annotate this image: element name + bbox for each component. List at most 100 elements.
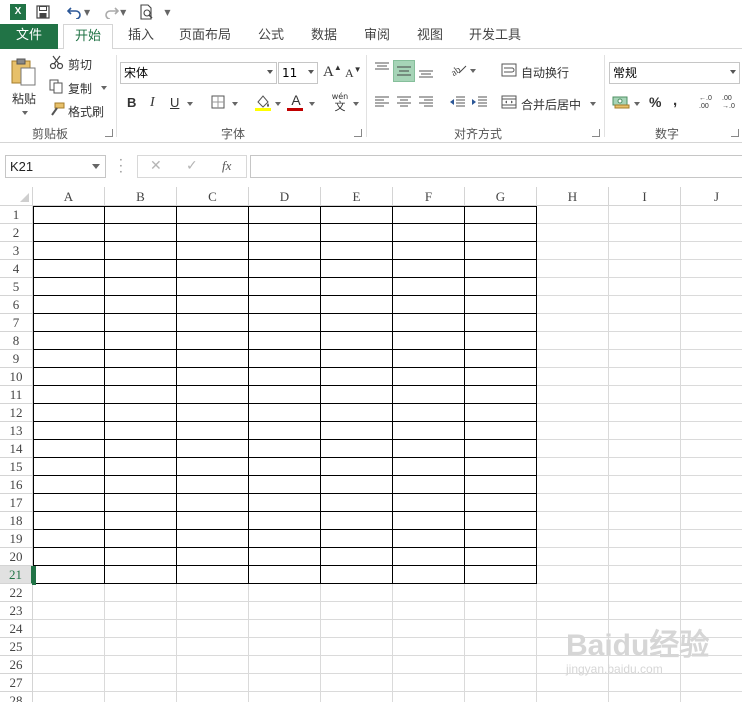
cell-b1[interactable] [105, 206, 177, 224]
cell-d17[interactable] [249, 494, 321, 512]
cell-h28[interactable] [537, 692, 609, 702]
cell-c6[interactable] [177, 296, 249, 314]
cell-d22[interactable] [249, 584, 321, 602]
cell-c4[interactable] [177, 260, 249, 278]
accounting-format-button[interactable] [612, 95, 630, 112]
cell-h19[interactable] [537, 530, 609, 548]
format-painter-button[interactable]: 格式刷 [68, 103, 104, 120]
tab-page-layout[interactable]: 页面布局 [172, 24, 238, 49]
cell-e1[interactable] [321, 206, 393, 224]
row-header-28[interactable]: 28 [0, 692, 33, 702]
cell-e4[interactable] [321, 260, 393, 278]
cell-g4[interactable] [465, 260, 537, 278]
cell-h10[interactable] [537, 368, 609, 386]
bold-button[interactable]: B [127, 95, 136, 110]
cell-j9[interactable] [681, 350, 742, 368]
cell-b25[interactable] [105, 638, 177, 656]
cell-a24[interactable] [33, 620, 105, 638]
cell-i21[interactable] [609, 566, 681, 584]
cell-b7[interactable] [105, 314, 177, 332]
cell-g1[interactable] [465, 206, 537, 224]
italic-button[interactable]: I [150, 95, 155, 111]
cell-g28[interactable] [465, 692, 537, 702]
cell-f14[interactable] [393, 440, 465, 458]
cell-f9[interactable] [393, 350, 465, 368]
cell-c17[interactable] [177, 494, 249, 512]
cell-f13[interactable] [393, 422, 465, 440]
paste-label[interactable]: 粘贴 [12, 90, 36, 107]
cell-d14[interactable] [249, 440, 321, 458]
column-header-j[interactable]: J [681, 187, 742, 206]
cell-d21[interactable] [249, 566, 321, 584]
cell-h25[interactable] [537, 638, 609, 656]
cell-e8[interactable] [321, 332, 393, 350]
cell-i20[interactable] [609, 548, 681, 566]
cell-d7[interactable] [249, 314, 321, 332]
cell-f5[interactable] [393, 278, 465, 296]
cell-g14[interactable] [465, 440, 537, 458]
select-all-button[interactable] [0, 187, 33, 206]
row-header-9[interactable]: 9 [0, 350, 33, 368]
cell-f25[interactable] [393, 638, 465, 656]
cell-f28[interactable] [393, 692, 465, 702]
cell-b16[interactable] [105, 476, 177, 494]
cell-d20[interactable] [249, 548, 321, 566]
cell-d10[interactable] [249, 368, 321, 386]
cell-b10[interactable] [105, 368, 177, 386]
cell-j16[interactable] [681, 476, 742, 494]
cell-d11[interactable] [249, 386, 321, 404]
row-header-18[interactable]: 18 [0, 512, 33, 530]
phonetic-button[interactable]: wén 文 [330, 92, 350, 112]
cell-g21[interactable] [465, 566, 537, 584]
cell-d18[interactable] [249, 512, 321, 530]
cell-i23[interactable] [609, 602, 681, 620]
row-header-3[interactable]: 3 [0, 242, 33, 260]
cell-j11[interactable] [681, 386, 742, 404]
cell-a26[interactable] [33, 656, 105, 674]
cell-d2[interactable] [249, 224, 321, 242]
cell-h4[interactable] [537, 260, 609, 278]
cell-h23[interactable] [537, 602, 609, 620]
cell-j20[interactable] [681, 548, 742, 566]
row-header-25[interactable]: 25 [0, 638, 33, 656]
cell-i10[interactable] [609, 368, 681, 386]
redo-button[interactable] [100, 2, 122, 22]
cell-i26[interactable] [609, 656, 681, 674]
cell-e19[interactable] [321, 530, 393, 548]
cell-a3[interactable] [33, 242, 105, 260]
accounting-format-dropdown-icon[interactable] [634, 102, 640, 106]
cell-a16[interactable] [33, 476, 105, 494]
row-header-24[interactable]: 24 [0, 620, 33, 638]
cell-f27[interactable] [393, 674, 465, 692]
align-right-button[interactable] [418, 96, 434, 111]
cell-a11[interactable] [33, 386, 105, 404]
cell-c26[interactable] [177, 656, 249, 674]
align-top-button[interactable] [374, 61, 390, 78]
paste-dropdown-icon[interactable] [22, 111, 28, 115]
cell-f12[interactable] [393, 404, 465, 422]
save-button[interactable] [32, 2, 54, 22]
formula-input[interactable] [250, 155, 742, 178]
cell-f11[interactable] [393, 386, 465, 404]
cut-button[interactable]: 剪切 [68, 56, 92, 73]
tab-formulas[interactable]: 公式 [248, 24, 294, 49]
cell-e11[interactable] [321, 386, 393, 404]
cell-i16[interactable] [609, 476, 681, 494]
cell-h5[interactable] [537, 278, 609, 296]
cell-b14[interactable] [105, 440, 177, 458]
font-color-dropdown-icon[interactable] [309, 102, 315, 106]
cell-g3[interactable] [465, 242, 537, 260]
cell-d8[interactable] [249, 332, 321, 350]
cell-f2[interactable] [393, 224, 465, 242]
cell-g8[interactable] [465, 332, 537, 350]
cell-g2[interactable] [465, 224, 537, 242]
cell-b11[interactable] [105, 386, 177, 404]
cell-a14[interactable] [33, 440, 105, 458]
cell-c10[interactable] [177, 368, 249, 386]
cell-g10[interactable] [465, 368, 537, 386]
cell-b9[interactable] [105, 350, 177, 368]
column-header-a[interactable]: A [33, 187, 105, 206]
cell-e18[interactable] [321, 512, 393, 530]
cell-c1[interactable] [177, 206, 249, 224]
cell-h3[interactable] [537, 242, 609, 260]
